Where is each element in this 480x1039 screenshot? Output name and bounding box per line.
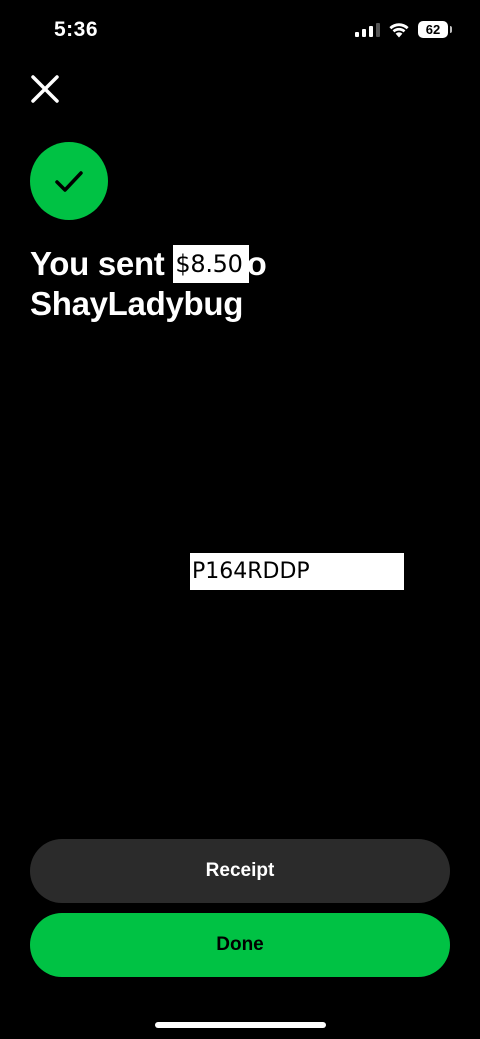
home-indicator[interactable] [155,1022,326,1028]
receipt-button-label: Receipt [205,860,275,881]
recipient-name: ShayLadybug [30,285,244,322]
success-badge [30,142,108,220]
wifi-icon [389,22,409,37]
confirmation-message: You sent $8.50 o ShayLadybug [30,244,450,324]
confirmation-line-1: You sent $8.50 o [30,244,450,284]
status-icons: 62 [355,21,452,38]
status-time: 5:36 [54,18,99,41]
cellular-signal-icon [355,22,380,37]
sent-suffix: o [246,245,267,282]
transaction-code: P164RDDP [190,553,404,590]
close-button[interactable] [28,72,62,106]
close-icon [31,75,59,103]
done-button-label: Done [216,934,264,955]
battery-level: 62 [425,22,441,37]
battery-icon: 62 [418,21,452,38]
done-button[interactable]: Done [30,913,450,977]
sent-prefix: You sent [30,245,174,282]
checkmark-icon [55,171,83,192]
receipt-button[interactable]: Receipt [30,839,450,903]
amount-value: $8.50 [173,245,249,283]
